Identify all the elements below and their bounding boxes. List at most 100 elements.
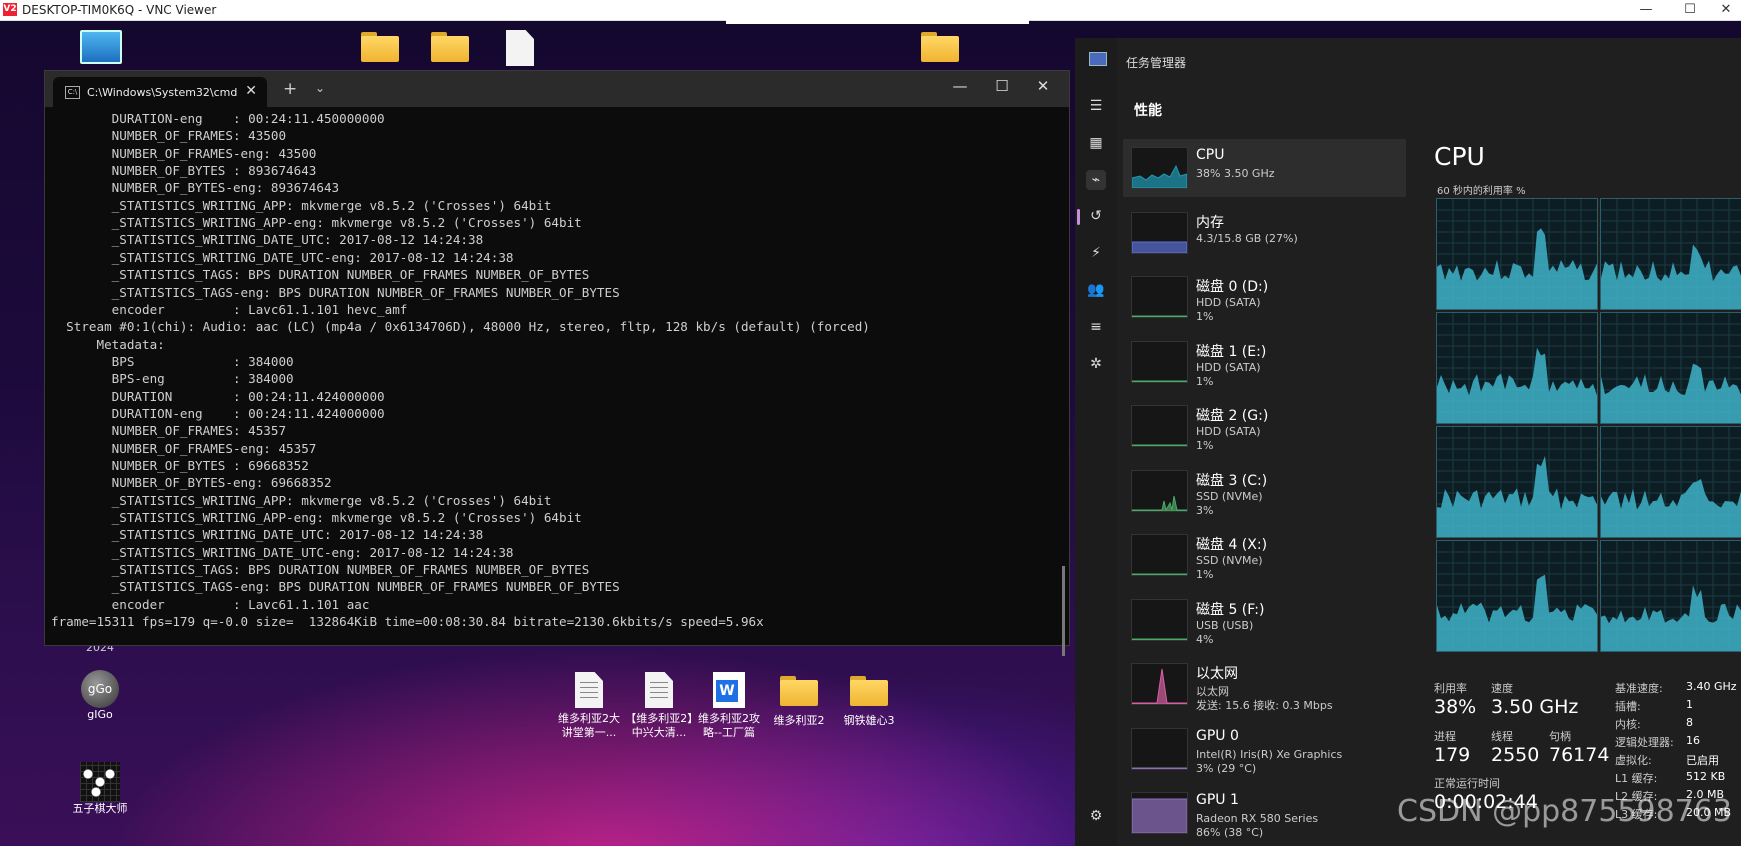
device-sparkline xyxy=(1132,767,1187,769)
vnc-minimize-button[interactable]: — xyxy=(1626,1,1666,19)
device-item[interactable]: 以太网 以太网 发送: 15.6 接收: 0.3 Mbps xyxy=(1123,655,1406,713)
desktop-file-victoria-guide[interactable]: W 维多利亚2攻略--工厂篇 xyxy=(694,672,764,740)
device-item[interactable]: 磁盘 1 (E:) HDD (SATA) 1% xyxy=(1123,333,1406,391)
uptime-label: 正常运行时间 xyxy=(1434,777,1500,790)
console-output[interactable]: DURATION-eng : 00:24:11.450000000 NUMBER… xyxy=(45,107,1069,645)
task-manager-window[interactable]: ☰ ▦ ⌁ ↺ ⚡ 👥 ≡ ✲ ⚙ 任务管理器 性能 CPU 38% 3.50 G… xyxy=(1075,38,1741,846)
device-name: 磁盘 1 (E:) xyxy=(1196,343,1267,360)
cmd-tab[interactable]: C:\ C:\Windows\System32\cmd.e ✕ xyxy=(53,77,267,107)
console-line: _STATISTICS_WRITING_APP: mkvmerge v8.5.2… xyxy=(51,492,552,508)
device-item[interactable]: 磁盘 3 (C:) SSD (NVMe) 3% xyxy=(1123,462,1406,520)
desktop-file-victoria-qing[interactable]: 【维多利亚2】中兴大清... xyxy=(624,672,694,740)
speed-label: 速度 xyxy=(1491,682,1513,695)
tm-section-title: 性能 xyxy=(1134,103,1162,119)
device-item[interactable]: 磁盘 4 (X:) SSD (NVMe) 1% xyxy=(1123,526,1406,584)
vnc-window-title: DESKTOP-TIM0K6Q - VNC Viewer xyxy=(22,3,217,17)
device-item[interactable]: 磁盘 0 (D:) HDD (SATA) 1% xyxy=(1123,268,1406,326)
threads-label: 线程 xyxy=(1491,730,1513,743)
device-item[interactable]: 内存 4.3/15.8 GB (27%) xyxy=(1123,204,1406,262)
desktop-icon-this-pc[interactable] xyxy=(66,30,136,64)
cpu-core-graph xyxy=(1600,198,1741,310)
desktop-icon-label: 维多利亚2攻略--工厂篇 xyxy=(698,712,760,739)
settings-gear-icon[interactable]: ⚙ xyxy=(1086,806,1106,826)
desktop-icon-glgo[interactable]: gGo gIGo xyxy=(65,670,135,722)
console-line: NUMBER_OF_FRAMES: 45357 xyxy=(51,423,287,439)
tab-dropdown-button[interactable]: ⌄ xyxy=(315,81,325,95)
device-detail: 86% (38 °C) xyxy=(1196,826,1264,839)
desktop-icon-gomoku[interactable]: 五子棋大师 xyxy=(65,762,135,816)
device-thumbnail xyxy=(1131,469,1188,512)
device-subtitle: 38% 3.50 GHz xyxy=(1196,167,1275,180)
device-subtitle: HDD (SATA) xyxy=(1196,296,1261,309)
desktop-file-victoria-lecture[interactable]: 维多利亚2大讲堂第一... xyxy=(554,672,624,740)
speed-value: 3.50 GHz xyxy=(1491,696,1579,718)
device-item[interactable]: CPU 38% 3.50 GHz xyxy=(1123,139,1406,197)
cmd-tab-bar: C:\ C:\Windows\System32\cmd.e ✕ + ⌄ — ☐ … xyxy=(45,71,1069,107)
device-thumbnail xyxy=(1131,727,1188,770)
device-thumbnail xyxy=(1131,598,1188,641)
desktop-file-1[interactable] xyxy=(485,30,555,66)
device-thumbnail xyxy=(1131,147,1188,189)
cmd-minimize-button[interactable]: — xyxy=(940,77,980,95)
desktop-folder-victoria2[interactable]: 维多利亚2 xyxy=(764,676,834,728)
vnc-maximize-button[interactable]: ☐ xyxy=(1670,1,1710,19)
core-usage-area xyxy=(1601,479,1741,537)
console-line: _STATISTICS_TAGS: BPS DURATION NUMBER_OF… xyxy=(51,267,590,283)
hamburger-menu-icon[interactable]: ☰ xyxy=(1086,96,1106,116)
device-thumbnail xyxy=(1131,211,1188,254)
device-detail: 1% xyxy=(1196,374,1214,388)
device-name: 磁盘 5 (F:) xyxy=(1196,601,1265,618)
console-line: NUMBER_OF_BYTES-eng: 893674643 xyxy=(51,180,340,196)
close-tab-icon[interactable]: ✕ xyxy=(245,83,257,99)
device-item[interactable]: GPU 0 Intel(R) Iris(R) Xe Graphics 3% (29 … xyxy=(1123,720,1406,778)
console-line: NUMBER_OF_BYTES-eng: 69668352 xyxy=(51,475,332,491)
sparkline-area xyxy=(1132,668,1187,704)
utilization-label: 利用率 xyxy=(1434,682,1467,695)
desktop-folder-2[interactable] xyxy=(415,32,485,62)
vnc-toolbar-strip[interactable] xyxy=(726,20,1029,24)
cmd-window[interactable]: C:\ C:\Windows\System32\cmd.e ✕ + ⌄ — ☐ … xyxy=(44,70,1070,656)
device-sparkline xyxy=(1132,495,1187,511)
desktop-folder-3[interactable] xyxy=(905,32,975,62)
spec-label: 虚拟化: xyxy=(1615,754,1652,767)
services-icon[interactable]: ✲ xyxy=(1086,354,1106,374)
spec-value: 1 xyxy=(1686,698,1693,711)
desktop-folder-1[interactable] xyxy=(345,32,415,62)
sparkline-area xyxy=(1132,164,1187,188)
new-tab-button[interactable]: + xyxy=(283,79,297,99)
vnc-close-button[interactable]: ✕ xyxy=(1706,1,1741,19)
app-history-icon[interactable]: ↺ xyxy=(1086,206,1106,226)
device-item[interactable]: GPU 1 Radeon RX 580 Series 86% (38 °C) xyxy=(1123,784,1406,842)
device-thumbnail xyxy=(1131,405,1188,447)
device-name: GPU 1 xyxy=(1196,792,1239,808)
document-icon xyxy=(575,672,603,708)
folder-icon xyxy=(431,32,469,62)
sparkline-area xyxy=(1132,315,1187,317)
device-thumbnail xyxy=(1131,340,1188,383)
sparkline-area xyxy=(1132,241,1187,253)
desktop-folder-hoi3[interactable]: 钢铁雄心3 xyxy=(834,676,904,728)
sparkline-area xyxy=(1132,495,1187,511)
console-line: NUMBER_OF_FRAMES-eng: 43500 xyxy=(51,145,317,161)
cmd-maximize-button[interactable]: ☐ xyxy=(982,77,1022,95)
handles-value: 76174 xyxy=(1549,744,1610,766)
details-icon[interactable]: ≡ xyxy=(1086,317,1106,337)
spec-value: 已启用 xyxy=(1686,754,1719,767)
console-line: _STATISTICS_WRITING_DATE_UTC: 2017-08-12… xyxy=(51,232,484,248)
device-subtitle: HDD (SATA) xyxy=(1196,360,1261,374)
spec-label: 插槽: xyxy=(1615,700,1641,713)
performance-icon[interactable]: ⌁ xyxy=(1086,170,1106,190)
device-item[interactable]: 磁盘 2 (G:) HDD (SATA) 1% xyxy=(1123,397,1406,455)
device-sparkline xyxy=(1132,164,1187,188)
cmd-scrollbar[interactable] xyxy=(1062,566,1065,656)
console-line: _STATISTICS_WRITING_APP-eng: mkvmerge v8… xyxy=(51,510,582,526)
users-icon[interactable]: 👥 xyxy=(1086,280,1106,300)
cpu-heading: CPU xyxy=(1434,142,1485,171)
console-line: NUMBER_OF_FRAMES-eng: 45357 xyxy=(51,440,317,456)
device-detail: 发送: 15.6 接收: 0.3 Mbps xyxy=(1196,699,1333,712)
cmd-close-button[interactable]: ✕ xyxy=(1023,77,1063,95)
word-document-icon: W xyxy=(713,672,745,708)
processes-icon[interactable]: ▦ xyxy=(1086,133,1106,153)
startup-apps-icon[interactable]: ⚡ xyxy=(1086,243,1106,263)
device-item[interactable]: 磁盘 5 (F:) USB (USB) 4% xyxy=(1123,591,1406,649)
